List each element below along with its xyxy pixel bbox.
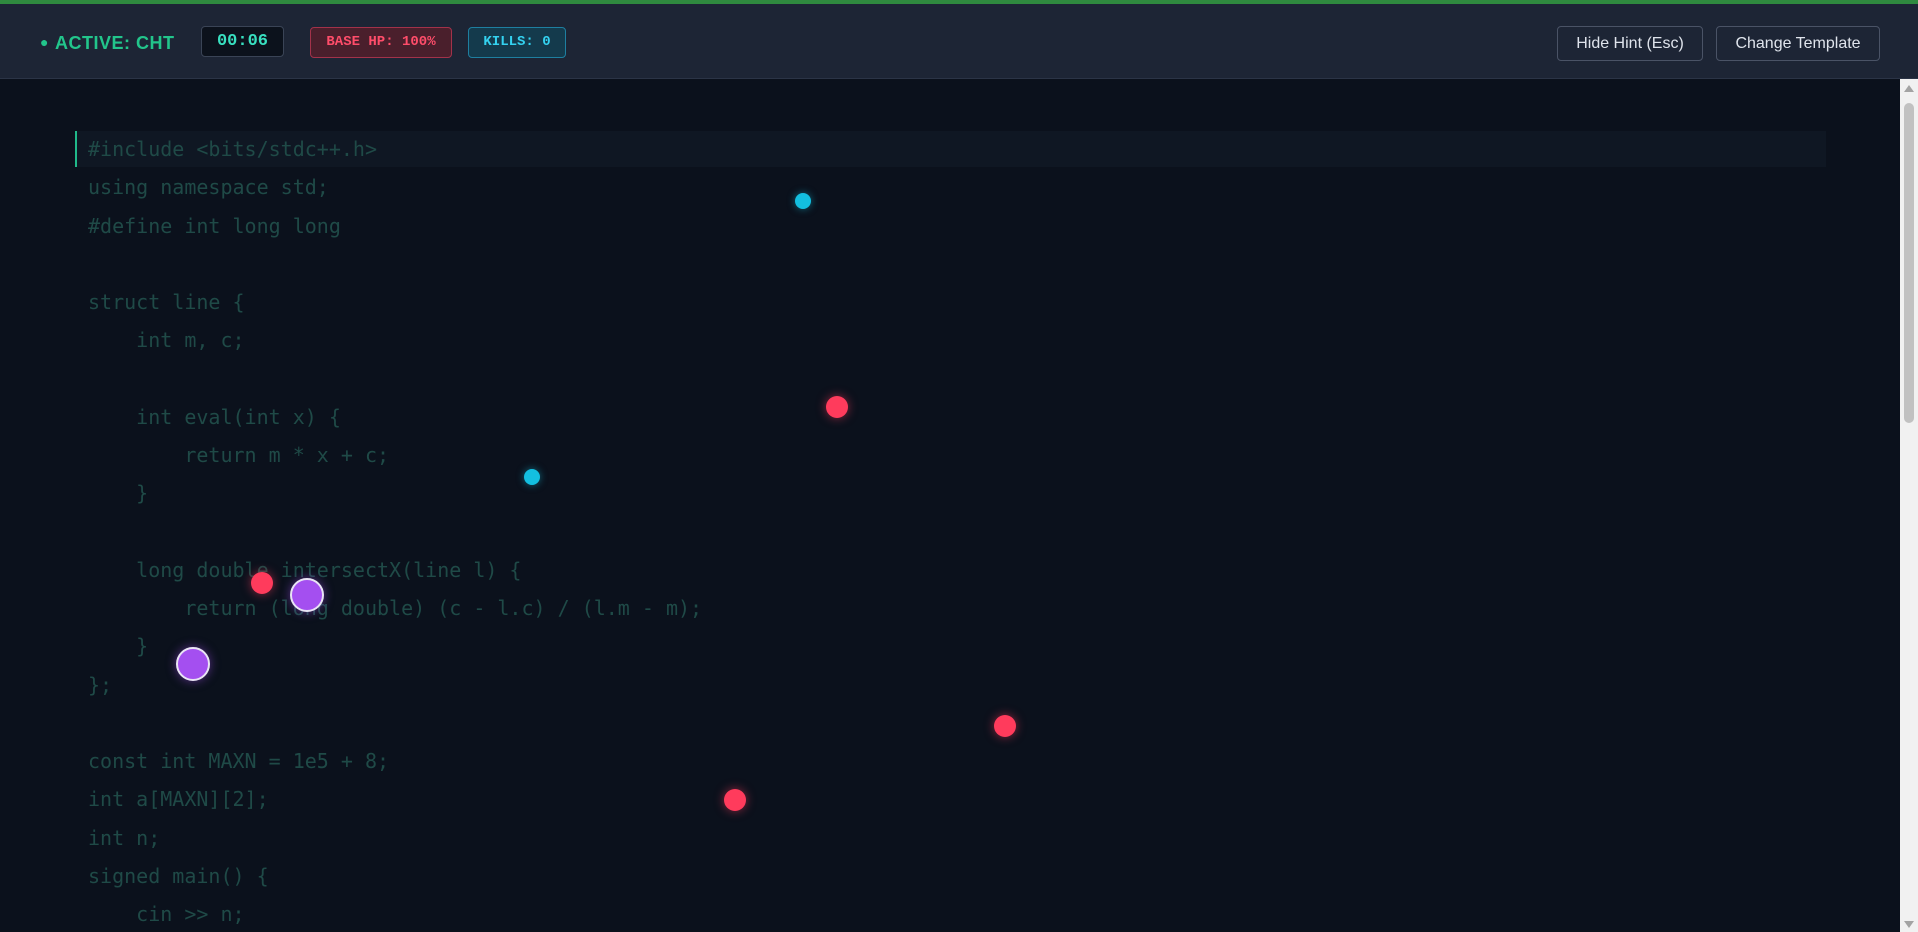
- enemy-cyan: [795, 193, 811, 209]
- code-line[interactable]: #include <bits/stdc++.h>: [88, 130, 377, 168]
- code-line[interactable]: };: [88, 666, 112, 704]
- scroll-up-arrow-icon[interactable]: [1904, 85, 1914, 92]
- code-line[interactable]: cin >> n;: [88, 895, 244, 932]
- code-line[interactable]: using namespace std;: [88, 168, 329, 206]
- code-line[interactable]: int n;: [88, 819, 160, 857]
- kills-badge: KILLS: 0: [468, 27, 566, 58]
- mode-status: ● ACTIVE: CHT: [40, 33, 174, 54]
- code-line[interactable]: struct line {: [88, 283, 245, 321]
- enemy-red: [826, 396, 848, 418]
- enemy-purple: [176, 647, 210, 681]
- enemy-red: [724, 789, 746, 811]
- enemy-red: [994, 715, 1016, 737]
- scroll-thumb[interactable]: [1904, 103, 1914, 423]
- code-line[interactable]: return m * x + c;: [88, 436, 389, 474]
- code-editor[interactable]: #include <bits/stdc++.h> using namespace …: [0, 79, 1900, 932]
- vertical-scrollbar[interactable]: [1900, 79, 1918, 932]
- enemy-red: [251, 572, 273, 594]
- status-dot-icon: ●: [40, 34, 49, 50]
- code-line[interactable]: signed main() {: [88, 857, 269, 895]
- code-line[interactable]: int a[MAXN][2];: [88, 780, 269, 818]
- game-header: ● ACTIVE: CHT 00:06 BASE HP: 100% KILLS: …: [0, 4, 1918, 79]
- status-label: ACTIVE: CHT: [54, 33, 175, 53]
- timer: 00:06: [201, 26, 284, 57]
- code-line[interactable]: int m, c;: [88, 321, 244, 359]
- code-line[interactable]: const int MAXN = 1e5 + 8;: [88, 742, 389, 780]
- code-line[interactable]: return (long double) (c - l.c) / (l.m - …: [88, 589, 702, 627]
- change-template-button[interactable]: Change Template: [1716, 26, 1880, 61]
- enemy-cyan: [524, 469, 540, 485]
- text-caret: [75, 131, 77, 167]
- code-line[interactable]: }: [88, 627, 148, 665]
- enemy-purple: [290, 578, 324, 612]
- base-hp-badge: BASE HP: 100%: [310, 27, 452, 58]
- scroll-down-arrow-icon[interactable]: [1904, 921, 1914, 928]
- code-line[interactable]: #define int long long: [88, 207, 341, 245]
- code-line[interactable]: int eval(int x) {: [88, 398, 341, 436]
- hide-hint-button[interactable]: Hide Hint (Esc): [1557, 26, 1703, 61]
- code-line[interactable]: }: [88, 474, 148, 512]
